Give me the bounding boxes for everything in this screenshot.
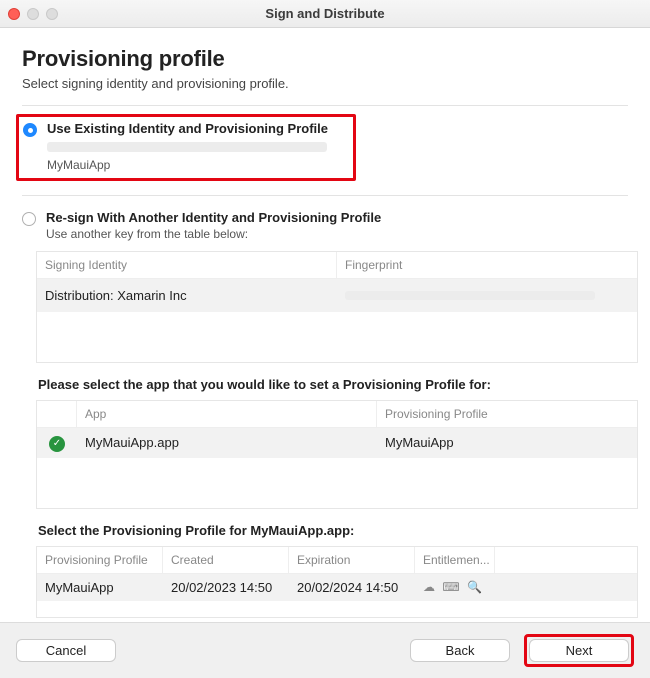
- redacted-text: [345, 291, 595, 300]
- divider: [22, 195, 628, 196]
- back-button[interactable]: Back: [410, 639, 510, 662]
- cell-signing-identity: Distribution: Xamarin Inc: [37, 282, 337, 309]
- page-subtitle: Select signing identity and provisioning…: [22, 76, 628, 91]
- page-title: Provisioning profile: [22, 46, 628, 72]
- app-table: App Provisioning Profile ✓ MyMauiApp.app…: [36, 400, 638, 509]
- table-row[interactable]: ✓ MyMauiApp.app MyMauiApp: [37, 428, 637, 458]
- existing-profile-name: MyMauiApp: [47, 158, 347, 172]
- cell-blank: [495, 581, 637, 593]
- cell-status: ✓: [37, 428, 77, 458]
- th-expiration: Expiration: [289, 547, 415, 573]
- th-app: App: [77, 401, 377, 427]
- cell-provisioning-profile: MyMauiApp: [37, 574, 163, 601]
- option-resign-title: Re-sign With Another Identity and Provis…: [46, 210, 628, 225]
- use-existing-highlight: Use Existing Identity and Provisioning P…: [16, 114, 356, 181]
- signing-identity-table: Signing Identity Fingerprint Distributio…: [36, 251, 638, 363]
- th-entitlements: Entitlemen...: [415, 547, 495, 573]
- table-row[interactable]: Distribution: Xamarin Inc: [37, 279, 637, 312]
- radio-use-existing[interactable]: [23, 123, 37, 137]
- footer-bar: Cancel Back Next: [0, 622, 650, 678]
- app-section-label: Please select the app that you would lik…: [38, 377, 628, 392]
- option-use-existing-title: Use Existing Identity and Provisioning P…: [47, 121, 347, 136]
- next-button[interactable]: Next: [529, 639, 629, 662]
- th-signing-identity: Signing Identity: [37, 252, 337, 278]
- titlebar: Sign and Distribute: [0, 0, 650, 28]
- cell-app: MyMauiApp.app: [77, 429, 377, 456]
- option-resign[interactable]: Re-sign With Another Identity and Provis…: [22, 210, 628, 241]
- divider: [22, 105, 628, 106]
- profile-section-label: Select the Provisioning Profile for MyMa…: [38, 523, 628, 538]
- cell-entitlements: ☁ ⌨ 🔍: [415, 574, 495, 600]
- table-row[interactable]: MyMauiApp 20/02/2023 14:50 20/02/2024 14…: [37, 574, 637, 601]
- redacted-text: [47, 142, 327, 152]
- th-status: [37, 401, 77, 427]
- option-use-existing[interactable]: Use Existing Identity and Provisioning P…: [23, 121, 347, 172]
- cell-expiration: 20/02/2024 14:50: [289, 574, 415, 601]
- option-resign-subtitle: Use another key from the table below:: [46, 227, 628, 241]
- th-blank: [495, 547, 637, 573]
- cell-created: 20/02/2023 14:50: [163, 574, 289, 601]
- window-title: Sign and Distribute: [0, 6, 650, 21]
- checkmark-icon: ✓: [49, 436, 65, 452]
- th-created: Created: [163, 547, 289, 573]
- radio-resign[interactable]: [22, 212, 36, 226]
- next-button-highlight: Next: [524, 634, 634, 667]
- cancel-button[interactable]: Cancel: [16, 639, 116, 662]
- cell-profile: MyMauiApp: [377, 429, 637, 456]
- th-fingerprint: Fingerprint: [337, 252, 637, 278]
- cell-fingerprint: [337, 279, 637, 312]
- provisioning-profile-table: Provisioning Profile Created Expiration …: [36, 546, 638, 618]
- th-provisioning-profile: Provisioning Profile: [37, 547, 163, 573]
- th-profile: Provisioning Profile: [377, 401, 637, 427]
